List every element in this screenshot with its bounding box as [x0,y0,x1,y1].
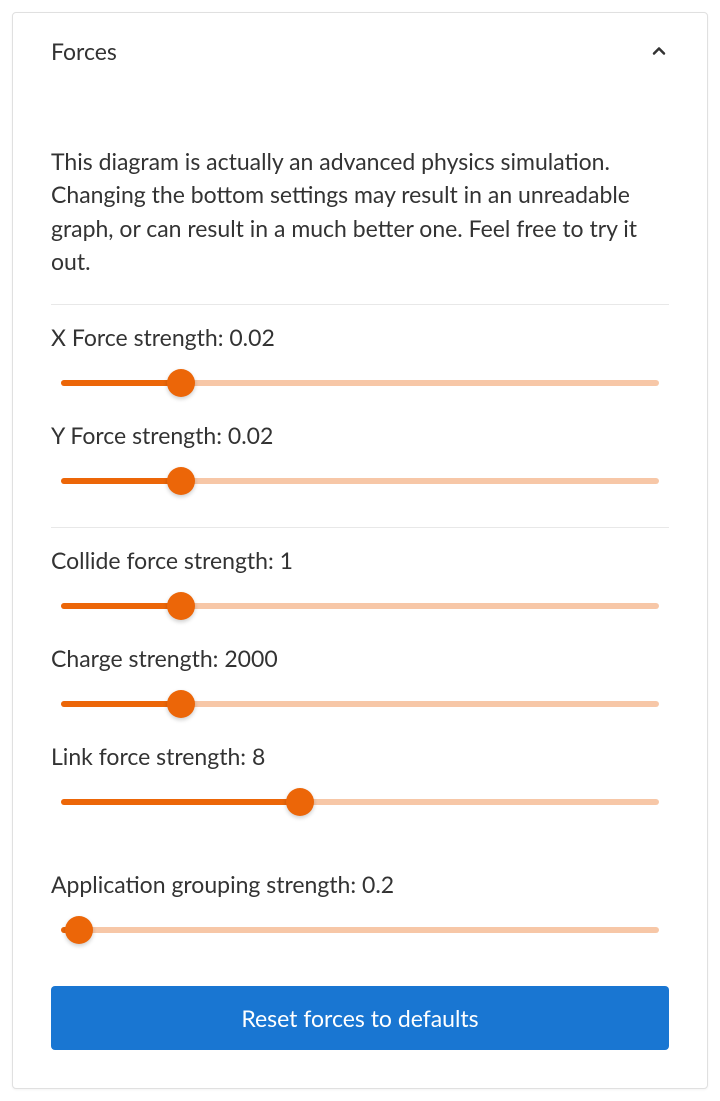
x-force-label-text: X Force strength: [51,323,229,351]
y-force-slider[interactable] [61,467,659,495]
slider-track [61,380,181,386]
slider-thumb[interactable] [167,592,195,620]
slider-thumb[interactable] [167,467,195,495]
link-force-value: 8 [252,742,265,770]
charge-value: 2000 [224,644,277,672]
charge-label-text: Charge strength: [51,644,224,672]
collide-force-value: 1 [280,546,293,574]
link-force-group: Link force strength: 8 [51,742,669,830]
panel-description: This diagram is actually an advanced phy… [51,145,669,278]
collide-force-label: Collide force strength: 1 [51,546,669,574]
divider [51,304,669,305]
y-force-label-text: Y Force strength: [51,421,228,449]
slider-thumb[interactable] [167,369,195,397]
spacer [51,830,669,870]
panel-title: Forces [51,37,117,65]
slider-thumb[interactable] [286,788,314,816]
slider-track [61,603,181,609]
panel-header[interactable]: Forces [13,13,707,85]
y-force-group: Y Force strength: 0.02 [51,421,669,509]
forces-panel: Forces This diagram is actually an advan… [12,12,708,1089]
charge-slider[interactable] [61,690,659,718]
slider-thumb[interactable] [167,690,195,718]
slider-track [61,478,181,484]
y-force-label: Y Force strength: 0.02 [51,421,669,449]
collide-force-slider[interactable] [61,592,659,620]
link-force-slider[interactable] [61,788,659,816]
x-force-slider[interactable] [61,369,659,397]
link-force-label: Link force strength: 8 [51,742,669,770]
x-force-group: X Force strength: 0.02 [51,323,669,411]
charge-group: Charge strength: 2000 [51,644,669,732]
app-grouping-label: Application grouping strength: 0.2 [51,870,669,898]
collide-force-group: Collide force strength: 1 [51,546,669,634]
panel-body: This diagram is actually an advanced phy… [13,145,707,1088]
reset-forces-button[interactable]: Reset forces to defaults [51,986,669,1050]
app-grouping-slider[interactable] [61,916,659,944]
slider-rail [61,927,659,933]
app-grouping-label-text: Application grouping strength: [51,870,362,898]
y-force-value: 0.02 [228,421,273,449]
charge-label: Charge strength: 2000 [51,644,669,672]
app-grouping-value: 0.2 [362,870,394,898]
divider [51,527,669,528]
slider-track [61,799,300,805]
x-force-value: 0.02 [229,323,274,351]
chevron-up-icon [649,41,669,61]
slider-thumb[interactable] [65,916,93,944]
collide-force-label-text: Collide force strength: [51,546,280,574]
x-force-label: X Force strength: 0.02 [51,323,669,351]
slider-track [61,701,181,707]
link-force-label-text: Link force strength: [51,742,252,770]
app-grouping-group: Application grouping strength: 0.2 [51,870,669,958]
